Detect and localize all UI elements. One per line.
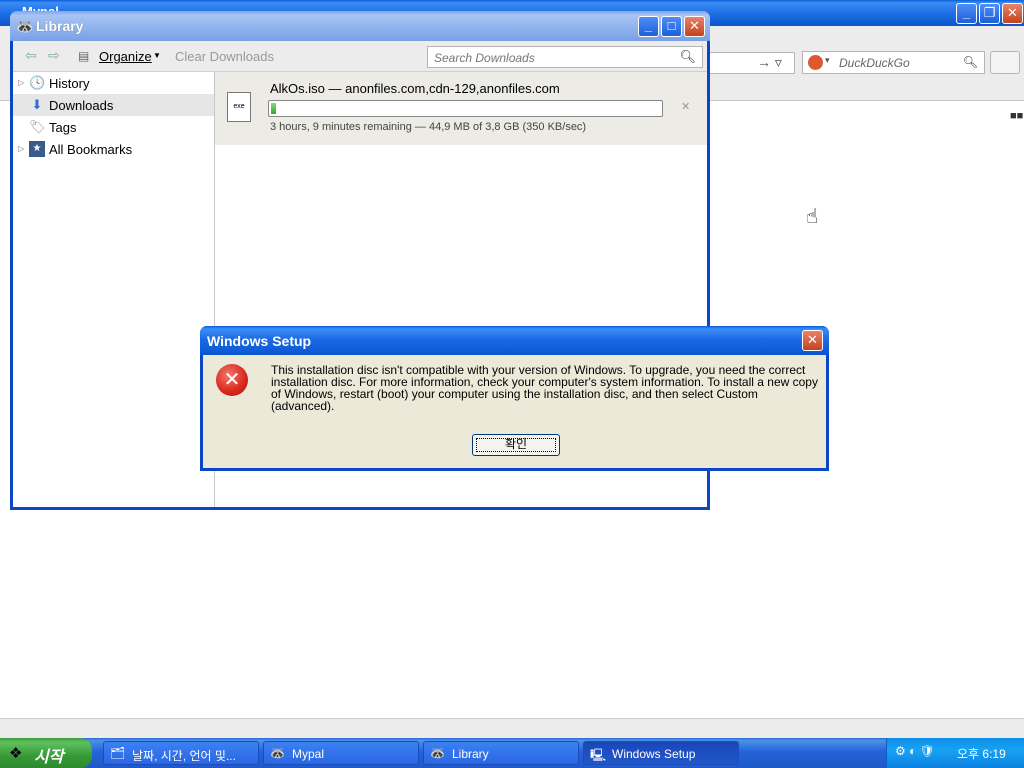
search-icon[interactable]: 🔍︎ bbox=[963, 55, 978, 69]
sidebar-item-downloads[interactable]: ⬇ Downloads bbox=[13, 94, 214, 116]
tray-icons[interactable]: ⚙ ◐ 🛡 bbox=[895, 744, 935, 758]
browser-statusbar bbox=[0, 718, 1024, 739]
sidebar-item-label: Tags bbox=[49, 120, 77, 135]
start-label: 시작 bbox=[34, 749, 64, 766]
download-progress-bar bbox=[268, 100, 663, 117]
restore-button[interactable]: ❐ bbox=[979, 3, 1000, 24]
dialog-title: Windows Setup bbox=[207, 333, 312, 349]
close-button[interactable]: ✕ bbox=[802, 330, 823, 351]
search-icon[interactable]: 🔍︎ bbox=[679, 49, 696, 65]
sidebar-item-label: Downloads bbox=[49, 98, 114, 113]
sidebar-item-label: All Bookmarks bbox=[49, 142, 133, 157]
taskbar-button-label: Windows Setup bbox=[612, 747, 696, 761]
control-panel-icon: 🗂 bbox=[110, 746, 126, 760]
system-tray: ⚙ ◐ 🛡 오후 6:19 bbox=[886, 738, 1024, 768]
clock-icon: 🕓 bbox=[29, 75, 46, 90]
taskbar-button-label: Library bbox=[452, 747, 489, 761]
sidebar-item-all-bookmarks[interactable]: ▷ ★ All Bookmarks bbox=[13, 138, 214, 160]
sidebar-item-label: History bbox=[49, 76, 90, 91]
mypal-icon: 🦝 bbox=[430, 746, 445, 760]
taskbar-button-label: Mypal bbox=[292, 747, 325, 761]
close-button[interactable]: ✕ bbox=[684, 16, 705, 37]
go-arrow-icon[interactable]: → ▿ bbox=[757, 54, 782, 71]
focus-rect bbox=[476, 438, 556, 452]
minimize-button[interactable]: _ bbox=[956, 3, 977, 24]
ok-button[interactable]: 확인 bbox=[472, 434, 560, 456]
download-progress-fill bbox=[271, 103, 276, 114]
error-icon: ✕ bbox=[216, 364, 248, 396]
sidebar-item-history[interactable]: ▷ 🕓 History bbox=[13, 72, 214, 94]
chevron-down-icon[interactable]: ▼ bbox=[153, 51, 161, 60]
organize-icon: ▤ bbox=[78, 49, 90, 63]
web-search-box[interactable]: ▾ DuckDuckGo 🔍︎ bbox=[802, 51, 985, 74]
windows-logo-icon: ❖ bbox=[9, 745, 23, 762]
download-item[interactable]: exe AlkOs.iso — anonfiles.com,cdn-129,an… bbox=[215, 72, 707, 145]
taskbar-button-label: 날짜, 시간, 언어 및... bbox=[132, 749, 236, 763]
star-icon: ★ bbox=[29, 141, 45, 157]
search-placeholder: Search Downloads bbox=[434, 51, 535, 65]
search-placeholder: DuckDuckGo bbox=[839, 56, 910, 70]
maximize-button[interactable]: □ bbox=[661, 16, 682, 37]
library-titlebar[interactable]: 🦝 Library _ □ ✕ bbox=[10, 11, 710, 41]
grid-icon[interactable]: ■■ bbox=[1010, 110, 1023, 122]
library-title: Library bbox=[36, 18, 84, 34]
mypal-icon: 🦝 bbox=[16, 18, 34, 34]
clear-downloads-button[interactable]: Clear Downloads bbox=[175, 49, 274, 64]
taskbar: ❖ 시작 🗂 날짜, 시간, 언어 및... 🦝 Mypal 🦝 Library… bbox=[0, 738, 1024, 768]
library-toolbar: ⇦ ⇨ ▤ Organize ▼ Clear Downloads Search … bbox=[13, 41, 707, 72]
download-arrow-icon: ⬇ bbox=[31, 97, 43, 112]
search-downloads-input[interactable]: Search Downloads 🔍︎ bbox=[427, 46, 703, 68]
sidebar-item-tags[interactable]: 🏷 Tags bbox=[13, 116, 214, 138]
taskbar-button-date-time[interactable]: 🗂 날짜, 시간, 언어 및... bbox=[103, 741, 259, 765]
hand-cursor-icon: ☝ bbox=[806, 206, 819, 228]
cancel-download-icon[interactable]: ✕ bbox=[681, 100, 690, 113]
file-icon: exe bbox=[227, 92, 251, 122]
start-button[interactable]: ❖ 시작 bbox=[0, 738, 92, 768]
back-arrow-icon[interactable]: ⇦ bbox=[25, 47, 37, 64]
windows-setup-dialog: Windows Setup ✕ ✕ This installation disc… bbox=[200, 326, 829, 471]
dropdown-arrow-icon[interactable]: ▾ bbox=[825, 55, 830, 66]
dialog-titlebar[interactable]: Windows Setup ✕ bbox=[200, 326, 829, 355]
taskbar-button-library[interactable]: 🦝 Library bbox=[423, 741, 579, 765]
download-filename: AlkOs.iso — anonfiles.com,cdn-129,anonfi… bbox=[270, 81, 560, 96]
organize-menu[interactable]: Organize bbox=[99, 49, 152, 64]
clock[interactable]: 오후 6:19 bbox=[957, 745, 1006, 762]
close-button[interactable]: ✕ bbox=[1002, 3, 1023, 24]
library-sidebar: ▷ 🕓 History ⬇ Downloads 🏷 Tags ▷ ★ All B… bbox=[13, 72, 215, 507]
duckduckgo-icon bbox=[808, 55, 823, 70]
taskbar-button-windows-setup[interactable]: 🖳 Windows Setup bbox=[583, 741, 739, 765]
expand-triangle-icon[interactable]: ▷ bbox=[18, 144, 24, 153]
mypal-icon: 🦝 bbox=[270, 746, 285, 760]
download-status: 3 hours, 9 minutes remaining — 44,9 MB o… bbox=[270, 121, 587, 133]
tag-icon: 🏷 bbox=[29, 119, 46, 134]
minimize-button[interactable]: _ bbox=[638, 16, 659, 37]
dialog-message: This installation disc isn't compatible … bbox=[271, 363, 818, 413]
browser-menu-button[interactable] bbox=[990, 51, 1020, 74]
taskbar-button-mypal[interactable]: 🦝 Mypal bbox=[263, 741, 419, 765]
setup-icon: 🖳 bbox=[590, 748, 607, 762]
expand-triangle-icon[interactable]: ▷ bbox=[18, 78, 24, 87]
forward-arrow-icon[interactable]: ⇨ bbox=[48, 47, 60, 64]
